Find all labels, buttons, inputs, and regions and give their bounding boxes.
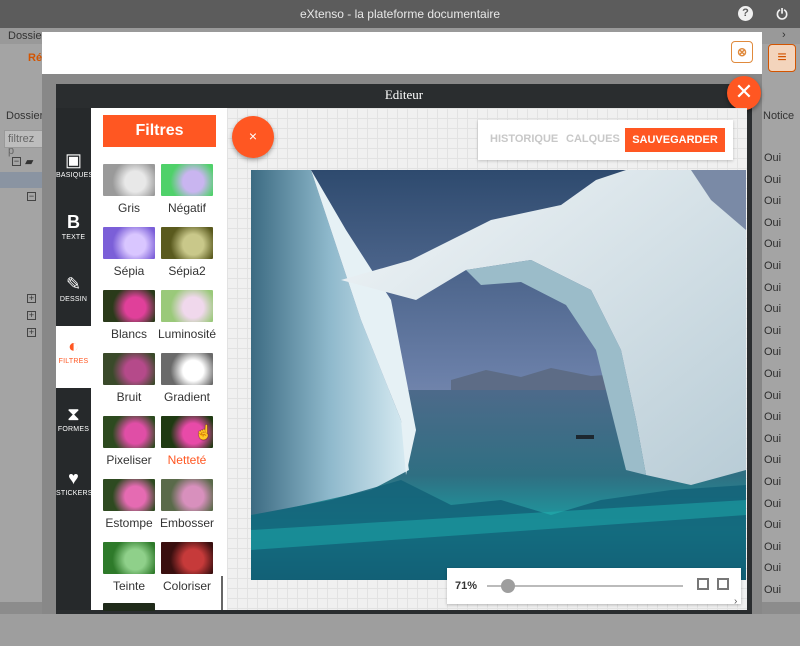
filter-thumbnail[interactable]	[161, 542, 213, 574]
editor-title: Editeur	[384, 87, 424, 102]
nav-label: FILTRES	[58, 358, 89, 365]
nav-label: FORMES	[57, 426, 90, 433]
editor-toolbar: HISTORIQUE CALQUES SAUVEGARDER	[478, 120, 733, 160]
filter-thumbnail[interactable]	[161, 227, 213, 259]
chevron-right-icon: ›	[782, 29, 786, 41]
filter-label[interactable]: Netteté	[151, 453, 223, 467]
background-table-cell: Oui	[764, 540, 782, 553]
power-icon[interactable]: ⏻	[773, 5, 791, 23]
background-table-cell: Oui	[764, 173, 782, 186]
nav-label: TEXTE	[61, 234, 86, 241]
panel-scrollbar[interactable]	[221, 576, 223, 610]
nav-formes[interactable]: ⧗ FORMES	[56, 394, 91, 456]
background-table-cell: Oui	[764, 519, 782, 532]
filter-label[interactable]: Luminosité	[151, 327, 223, 341]
background-column-header: Dossier	[6, 110, 44, 122]
background-table-cell: Oui	[764, 152, 782, 164]
filter-label[interactable]: Sépia2	[151, 264, 223, 278]
menu-icon[interactable]: ≡	[768, 44, 796, 72]
background-table-cell: Oui	[764, 368, 782, 380]
background-table-cell: Oui	[764, 562, 782, 575]
tree-collapse-icon: −	[27, 191, 36, 201]
tree-collapse-icon: −	[12, 156, 21, 166]
filter-thumbnail[interactable]	[103, 353, 155, 385]
filter-thumbnail[interactable]	[103, 164, 155, 196]
background-table-cell: Oui	[764, 216, 782, 229]
modal-header	[42, 32, 762, 74]
filter-label[interactable]: Gradient	[151, 390, 223, 404]
nav-stickers[interactable]: ♥ STICKERS	[56, 458, 93, 520]
background-table-cell: Oui	[764, 411, 782, 424]
app-title: eXtenso - la plateforme documentaire	[299, 7, 501, 21]
fit-screen-icon[interactable]	[697, 578, 709, 590]
background-table-cell: Oui	[764, 238, 782, 251]
nav-label: BASIQUES	[56, 172, 94, 179]
shapes-icon: ⧗	[67, 404, 80, 424]
background-tag: Ré	[28, 52, 43, 64]
background-table-cell: Oui	[764, 303, 782, 316]
canvas-image[interactable]	[251, 170, 746, 580]
background-selected-row	[0, 172, 42, 188]
app-bar: eXtenso - la plateforme documentaire ? ⏻	[0, 0, 800, 28]
background-table-cell: Oui	[764, 195, 782, 208]
background-footer	[0, 614, 800, 646]
fullscreen-icon[interactable]	[717, 578, 729, 590]
filter-label[interactable]: Coloriser	[151, 579, 223, 593]
hand-cursor-icon: ☝	[195, 424, 213, 440]
filter-thumbnail[interactable]	[103, 290, 155, 322]
zoom-slider-track[interactable]	[487, 585, 683, 587]
zoom-slider-handle[interactable]	[500, 579, 515, 593]
modal-close-icon[interactable]: ⊗	[731, 41, 753, 63]
heart-icon: ♥	[68, 468, 79, 488]
filter-thumbnail[interactable]	[161, 353, 213, 385]
background-table-cell: Oui	[764, 260, 782, 272]
text-icon: B	[67, 212, 80, 232]
background-filter-input: filtrez p	[4, 130, 44, 157]
filter-thumbnail[interactable]	[103, 416, 155, 448]
filter-thumbnail[interactable]	[161, 290, 213, 322]
layers-button[interactable]: CALQUES	[566, 133, 620, 145]
zoom-value: 71%	[455, 580, 478, 592]
help-icon[interactable]: ?	[738, 6, 753, 21]
background-table-cell: Oui	[764, 389, 782, 402]
tree-expand-icon: +	[27, 310, 36, 320]
image-icon: ▣	[64, 150, 82, 170]
brush-icon: ✎	[65, 274, 82, 294]
background-table-cell: Oui	[764, 346, 782, 359]
filter-icon: ◐	[68, 336, 79, 356]
add-button[interactable]: ×	[232, 116, 274, 158]
background-table-cell: Oui	[764, 476, 782, 488]
save-button[interactable]: SAUVEGARDER	[625, 128, 725, 152]
nav-dessin[interactable]: ✎ DESSIN	[56, 264, 91, 326]
background-column-header-notice: Notice	[763, 110, 795, 122]
history-button[interactable]: HISTORIQUE	[490, 133, 558, 145]
background-table-cell: Oui	[764, 584, 782, 596]
background-table-cell: Oui	[764, 432, 782, 445]
nav-label: DESSIN	[59, 296, 88, 303]
filter-thumbnail[interactable]	[161, 164, 213, 196]
filter-thumbnail-partial	[103, 603, 155, 611]
nav-basiques[interactable]: ▣ BASIQUES	[56, 140, 94, 202]
filter-label[interactable]: Négatif	[151, 201, 223, 215]
filters-title: Filtres	[103, 115, 216, 147]
background-table-cell: Oui	[764, 497, 782, 510]
background-table-cell: Oui	[764, 454, 782, 467]
zoom-control: 71%	[447, 568, 741, 604]
nav-label: STICKERS	[56, 490, 93, 497]
chevron-right-icon[interactable]: ›	[734, 596, 737, 607]
editor-close-button[interactable]: ✕	[727, 76, 761, 110]
background-table-cell: Oui	[764, 281, 782, 294]
filter-label[interactable]: Embosser	[151, 516, 223, 530]
folder-icon: ▰	[25, 156, 34, 168]
nav-filtres[interactable]: ◐ FILTRES	[56, 326, 91, 388]
tree-expand-icon: +	[27, 293, 36, 303]
filter-thumbnail[interactable]	[103, 227, 155, 259]
background-table-cell: Oui	[764, 324, 782, 337]
filter-thumbnail[interactable]	[161, 479, 213, 511]
filter-thumbnail[interactable]	[103, 542, 155, 574]
nav-texte[interactable]: B TEXTE	[56, 202, 91, 264]
filter-thumbnail[interactable]	[103, 479, 155, 511]
tree-expand-icon: +	[27, 327, 36, 337]
